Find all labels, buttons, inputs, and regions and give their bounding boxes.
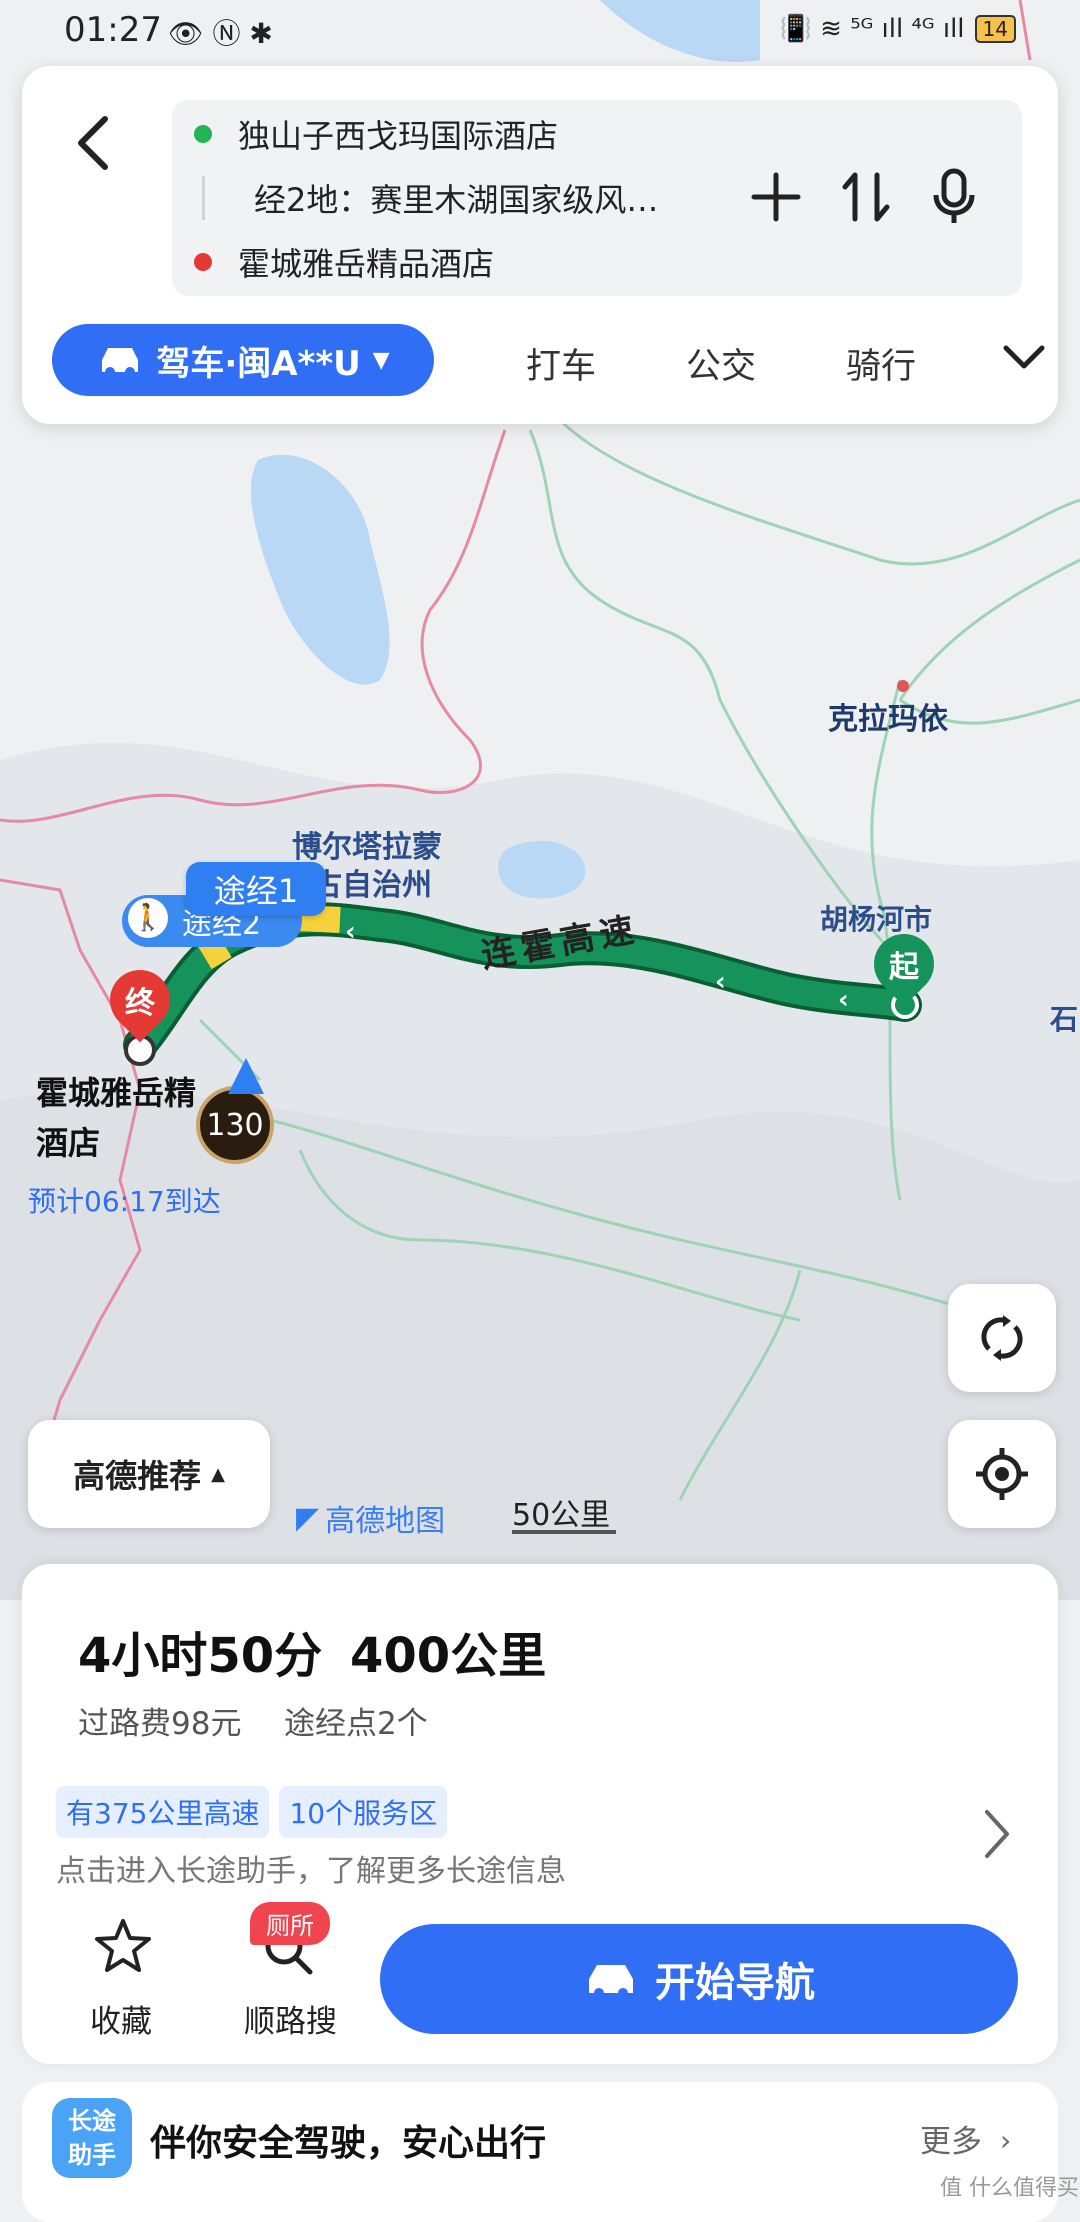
destination-label: 霍城雅岳精品酒店 — [238, 245, 495, 283]
back-button[interactable] — [60, 110, 126, 176]
battery-icon: 14 — [974, 15, 1016, 43]
tab-drive-label: 驾车·闽A**U — [156, 343, 361, 384]
tab-bike[interactable]: 骑行 — [846, 338, 916, 389]
location-arrow-icon — [228, 1058, 264, 1094]
via-row[interactable]: 经2地：赛里木湖国家级风… — [254, 170, 658, 226]
locate-icon — [976, 1448, 1028, 1500]
status-bar: 01:27 👁 Ⓝ ✱ 📳 ≋ ⁵ᴳ ıll ⁴ᴳ ıll 14 — [0, 0, 1080, 64]
start-pin-label: 起 — [889, 950, 919, 985]
destination-row[interactable]: 霍城雅岳精品酒店 — [194, 234, 494, 290]
car-icon — [589, 1965, 633, 1998]
duration-label: 4小时50分 — [78, 1628, 323, 1684]
microphone-icon — [933, 168, 975, 223]
locate-button[interactable] — [948, 1420, 1056, 1528]
destination-dot-icon — [194, 253, 212, 271]
scale-label: 50公里 — [512, 1498, 611, 1533]
route-summary-sheet[interactable]: 4小时50分 400公里 过路费98元 途经点2个 有375公里高速 10个服务区… — [22, 1564, 1058, 2064]
favorite-label: 收藏 — [90, 2004, 152, 2040]
favorite-button[interactable]: 收藏 — [70, 1918, 172, 2042]
start-navigation-button[interactable]: 开始导航 — [380, 1924, 1018, 2034]
car-icon — [102, 348, 139, 377]
tab-drive[interactable]: 驾车·闽A**U ▼ — [52, 324, 434, 396]
route-card: 独山子西戈玛国际酒店 经2地：赛里木湖国家级风… 霍城雅岳精品酒店 驾车·闽A*… — [22, 66, 1058, 424]
status-left-icons: 👁 Ⓝ ✱ — [168, 17, 273, 50]
end-pin-label: 终 — [125, 986, 155, 1021]
svg-text:‹: ‹ — [838, 985, 849, 1015]
origin-row[interactable]: 独山子西戈玛国际酒店 — [194, 106, 558, 162]
map-label-huyanghe: 胡杨河市 — [820, 903, 933, 936]
via1-marker[interactable]: 途经1 — [186, 862, 326, 916]
tab-bus[interactable]: 公交 — [686, 338, 756, 389]
swap-button[interactable] — [836, 162, 896, 232]
amap-logo-icon: ◤ — [296, 1500, 320, 1536]
search-along-label: 顺路搜 — [244, 2004, 337, 2040]
recommend-label: 高德推荐 — [73, 1457, 202, 1495]
badge-line-2: 助手 — [68, 2141, 116, 2169]
long-trip-hint[interactable]: 点击进入长途助手，了解更多长途信息 — [56, 1846, 566, 1890]
scale-bar — [512, 1530, 616, 1534]
chevron-right-icon — [985, 1810, 1009, 1858]
back-arrow-icon — [78, 116, 108, 170]
waypoints-label: 途经点2个 — [284, 1706, 428, 1742]
origin-dot-icon — [194, 125, 212, 143]
chevron-down-icon: ▼ — [372, 347, 390, 373]
toll-label: 过路费98元 — [78, 1706, 242, 1742]
long-trip-banner[interactable]: 长途 助手 伴你安全驾驶，安心出行 更多 › — [22, 2082, 1058, 2222]
plus-icon — [751, 172, 801, 222]
recommend-button[interactable]: 高德推荐 ▲ — [28, 1420, 270, 1528]
more-modes-button[interactable] — [1002, 342, 1046, 376]
signal-icons: 📳 ≋ ⁵ᴳ ıll ⁴ᴳ ıll — [779, 14, 965, 44]
origin-label: 独山子西戈玛国际酒店 — [238, 117, 559, 155]
long-trip-badge-icon: 长途 助手 — [52, 2098, 132, 2178]
distance-label: 400公里 — [350, 1628, 547, 1684]
start-navigation-label: 开始导航 — [655, 1960, 815, 2006]
highway-chips: 有375公里高速 10个服务区 — [56, 1786, 457, 1838]
map-label-karamay: 克拉玛依 — [828, 702, 948, 737]
svg-text:‹: ‹ — [345, 917, 356, 947]
toilet-badge: 厕所 — [250, 1902, 330, 1945]
lake-small — [498, 840, 586, 899]
tab-taxi[interactable]: 打车 — [526, 338, 596, 389]
service-area-chip: 10个服务区 — [279, 1786, 448, 1838]
star-icon — [95, 1919, 151, 1972]
dest-label-1: 霍城雅岳精 — [36, 1074, 197, 1112]
mode-row: 驾车·闽A**U ▼ 打车 公交 骑行 — [52, 324, 1052, 400]
long-trip-arrow[interactable] — [982, 1808, 1012, 1864]
svg-text:‹: ‹ — [715, 967, 726, 997]
add-stop-button[interactable] — [746, 162, 806, 232]
via-label: 经2地：赛里木湖国家级风… — [254, 181, 659, 219]
speed-limit-sign: 130 — [196, 1086, 274, 1164]
map-label-edge: 石 — [1050, 1003, 1079, 1036]
walk-icon: 🚶 — [128, 898, 168, 938]
stops-divider — [202, 176, 205, 220]
dest-label-2: 酒店 — [36, 1124, 101, 1162]
swap-icon — [842, 172, 890, 222]
chevron-down-icon — [1003, 345, 1045, 369]
stops-box: 独山子西戈玛国际酒店 经2地：赛里木湖国家级风… 霍城雅岳精品酒店 — [172, 100, 1022, 296]
banner-more[interactable]: 更多 — [920, 2116, 982, 2161]
voice-button[interactable] — [924, 162, 984, 232]
eta-label: 预计06:17到达 — [28, 1185, 221, 1218]
amap-logo: ◤ 高德地图 — [296, 1496, 445, 1540]
highway-chip: 有375公里高速 — [56, 1786, 270, 1838]
status-time: 01:27 — [64, 10, 162, 50]
watermark: 值 什么值得买 — [940, 2176, 1079, 2201]
refresh-icon — [981, 1315, 1023, 1361]
amap-logo-text: 高德地图 — [325, 1504, 446, 1539]
caret-up-icon: ▲ — [211, 1463, 225, 1485]
map-label-bortala-2: 古自治州 — [312, 868, 432, 903]
chevron-right-icon: › — [1000, 2124, 1012, 2157]
refresh-route-button[interactable] — [948, 1284, 1056, 1392]
banner-text: 伴你安全驾驶，安心出行 — [150, 2123, 547, 2164]
status-right-icons: 📳 ≋ ⁵ᴳ ıll ⁴ᴳ ıll 14 — [779, 14, 1016, 44]
badge-line-1: 长途 — [68, 2107, 116, 2135]
